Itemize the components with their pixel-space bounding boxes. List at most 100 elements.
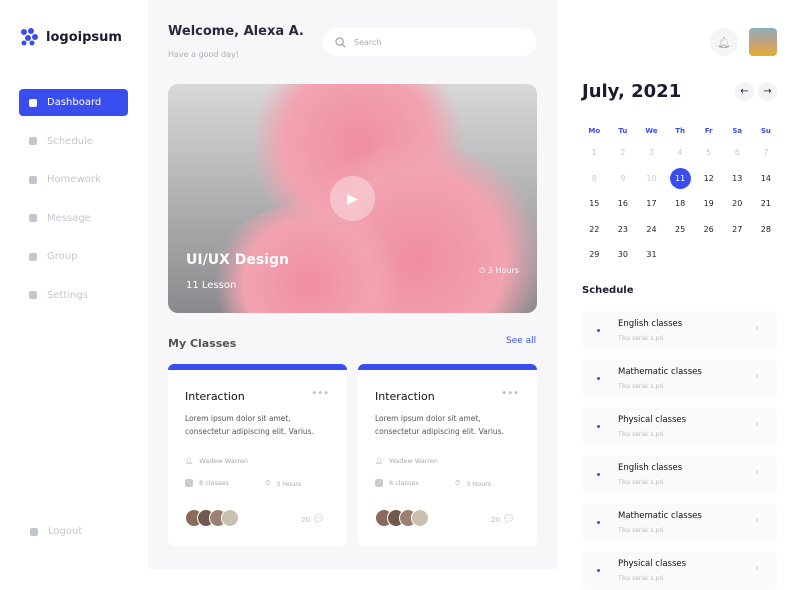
weekday-label: Sa [732,127,743,135]
calendar-day[interactable]: 4 [666,140,695,166]
class-card[interactable]: Interaction ••• Lorem ipsum dolor sit ame… [358,364,537,546]
class-title: Interaction [375,390,435,403]
schedule-item[interactable]: Mathematic classes Tika sarak s.pd › [582,503,777,542]
sidebar-item-schedule[interactable]: Schedule [19,128,128,155]
day-number: 23 [617,224,628,234]
weekday-label: Tu [618,127,628,135]
calendar-icon [375,479,383,487]
schedule-class-name: English classes [618,319,683,329]
weekday-label: Th [675,127,685,135]
schedule-title: Schedule [582,285,634,296]
welcome-subtitle: Have a good day! [168,50,239,59]
calendar-day[interactable]: 23 [609,217,638,243]
day-number: 16 [617,199,628,209]
day-number: 12 [703,173,714,183]
bullet-icon [597,521,600,524]
right-panel: 🔔︎ July, 2021 ← → Mo Tu We Th Fr Sa Su 1 2 3 4 5 6 7 8… [558,0,800,590]
calendar-day[interactable]: 16 [609,191,638,217]
class-count-text: 8 classes [199,479,229,487]
calendar-day[interactable]: 25 [666,217,695,243]
comment-count-text: 20 [491,516,501,524]
schedule-item[interactable]: Physical classes Tika sarak s.pd › [582,551,777,590]
user-icon: 👤︎ [375,457,384,465]
day-number: 8 [591,173,597,183]
calendar-day[interactable]: 14 [752,166,781,192]
calendar-day[interactable]: 31 [637,242,666,268]
schedule-item[interactable]: Mathematic classes Tika sarak s.pd › [582,359,777,398]
calendar-day[interactable]: 10 [637,166,666,192]
briefcase-icon [29,175,37,184]
day-number: 21 [760,199,771,209]
notification-button[interactable]: 🔔︎ [710,28,738,56]
comment-count[interactable]: 20 💬︎ [301,514,325,525]
next-month-button[interactable]: → [758,82,777,101]
calendar-day[interactable]: 3 [637,140,666,166]
comment-count[interactable]: 20 💬︎ [491,514,515,525]
sidebar-item-dashboard[interactable]: Dashboard [19,89,128,116]
avatar [221,509,239,527]
calendar-day[interactable]: 12 [694,166,723,192]
schedule-item[interactable]: English classes Tika sarak s.pd › [582,455,777,494]
search-input[interactable]: Search [323,28,536,56]
day-number: 19 [703,199,714,209]
calendar-day[interactable]: 1 [580,140,609,166]
day-number: 29 [589,250,600,260]
calendar-day[interactable]: 27 [723,217,752,243]
featured-course-card[interactable]: ▶ UI/UX Design 11 Lesson ⏱ 3 Hours [168,84,537,313]
more-options-icon[interactable]: ••• [311,388,329,399]
calendar-day[interactable]: 29 [580,242,609,268]
day-number: 11 [669,167,691,189]
calendar-day[interactable]: 19 [694,191,723,217]
see-all-link[interactable]: See all [506,336,536,346]
calendar-day[interactable]: 28 [752,217,781,243]
calendar-day[interactable]: 9 [609,166,638,192]
calendar-day[interactable]: 26 [694,217,723,243]
logo[interactable]: logoipsum [20,28,122,46]
sidebar-nav: Dashboard Schedule Homework Message Group Set… [19,89,128,320]
timer-icon: ⏱ [479,266,486,275]
calendar-day[interactable]: 8 [580,166,609,192]
calendar-day[interactable]: 5 [694,140,723,166]
calendar-day[interactable]: 30 [609,242,638,268]
sidebar-item-group[interactable]: Group [19,243,128,270]
card-accent-bar [168,364,347,370]
welcome-title: Welcome, Alexa A. [168,24,304,39]
schedule-teacher: Tika sarak s.pd [618,527,664,534]
calendar-day[interactable]: 13 [723,166,752,192]
sidebar-item-message[interactable]: Message [19,205,128,232]
logo-text: logoipsum [46,29,122,45]
calendar-day[interactable]: 6 [723,140,752,166]
sidebar-item-homework[interactable]: Homework [19,166,128,193]
calendar-day[interactable]: 17 [637,191,666,217]
schedule-class-name: Physical classes [618,415,687,425]
schedule-class-name: English classes [618,463,683,473]
schedule-item[interactable]: English classes Tika sarak s.pd › [582,311,777,350]
calendar-day[interactable]: 2 [609,140,638,166]
logout-button[interactable]: Logout [30,526,82,537]
calendar-day[interactable]: 18 [666,191,695,217]
calendar-day[interactable]: 7 [752,140,781,166]
message-icon [29,214,37,222]
schedule-item[interactable]: Physical classes Tika sarak s.pd › [582,407,777,446]
lesson-count: 11 Lesson [186,280,237,291]
class-card[interactable]: Interaction ••• Lorem ipsum dolor sit ame… [168,364,347,546]
schedule-teacher: Tika sarak s.pd [618,431,664,438]
weekday-label: Mo [588,127,601,135]
calendar-day[interactable]: 15 [580,191,609,217]
teacher-name: Wadew Warren [389,457,438,465]
calendar-day[interactable]: 11 [666,166,695,192]
calendar-day[interactable]: 24 [637,217,666,243]
sidebar-item-settings[interactable]: Settings [19,282,128,309]
arrow-left-icon: ← [740,86,749,97]
day-number: 27 [732,224,743,234]
calendar-day[interactable]: 20 [723,191,752,217]
more-options-icon[interactable]: ••• [501,388,519,399]
day-number: 24 [646,224,657,234]
prev-month-button[interactable]: ← [735,82,754,101]
timer-icon: ⏱ [455,479,461,487]
play-button[interactable]: ▶ [330,176,375,221]
user-avatar[interactable] [749,28,777,56]
calendar-day[interactable]: 22 [580,217,609,243]
day-number: 18 [674,199,686,209]
calendar-day[interactable]: 21 [752,191,781,217]
